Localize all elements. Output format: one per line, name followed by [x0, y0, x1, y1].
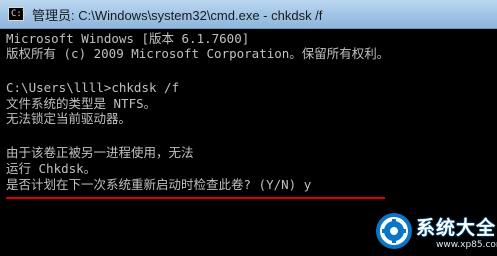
console-line: Microsoft Windows [版本 6.1.7600] [6, 31, 250, 46]
cmd-icon-label: C:\ [11, 9, 28, 19]
console-line: 版权所有 (c) 2009 Microsoft Corporation。保留所有… [6, 46, 390, 61]
console-line: 是否计划在下一次系统重新启动时检查此卷? (Y/N) y [6, 177, 312, 192]
console-line: 由于该卷正被另一进程使用，无法 [6, 145, 194, 160]
cmd-icon: C:\ [8, 7, 28, 21]
console-line: 文件系统的类型是 NTFS。 [6, 96, 157, 111]
console-line: C:\Users\llll>chkdsk /f [6, 80, 180, 95]
globe-logo-icon [376, 213, 412, 249]
watermark: 系统大全 www.xp85.com [370, 206, 497, 256]
console-line: 运行 Chkdsk。 [6, 161, 97, 176]
highlight-underline [6, 197, 385, 199]
cmd-window: C:\ 管理员: C:\Windows\system32\cmd.exe - c… [0, 0, 497, 256]
watermark-url: www.xp85.com [436, 240, 497, 250]
title-bar[interactable]: C:\ 管理员: C:\Windows\system32\cmd.exe - c… [0, 0, 497, 29]
window-title: 管理员: C:\Windows\system32\cmd.exe - chkds… [32, 7, 323, 23]
watermark-name: 系统大全 [416, 217, 497, 239]
console-line: 无法锁定当前驱动器。 [6, 111, 132, 126]
